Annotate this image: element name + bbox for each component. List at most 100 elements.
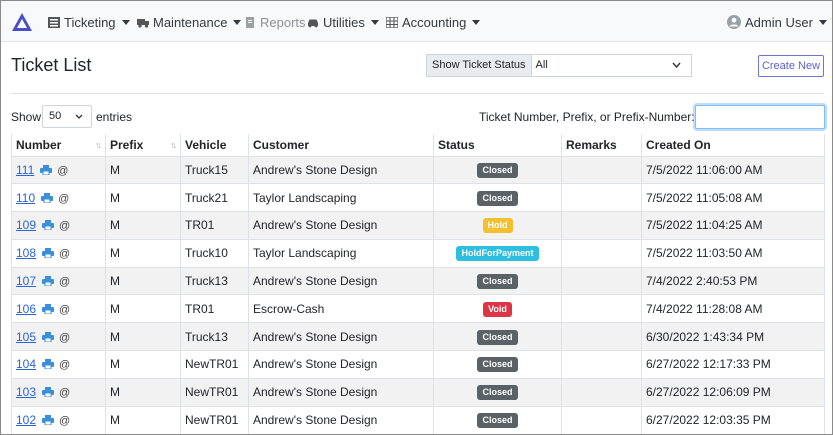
cell-status: Closed (433, 322, 562, 351)
sort-icon: ↑↓ (95, 140, 102, 150)
nav-ticketing-label: Ticketing (64, 14, 116, 30)
column-header-vehicle[interactable]: Vehicle (180, 134, 249, 157)
ticket-number-link[interactable]: 106 (16, 302, 36, 316)
ticket-number-link[interactable]: 105 (16, 330, 36, 344)
column-header-status[interactable]: Status (433, 134, 562, 157)
cell-customer: Andrew's Stone Design (248, 405, 434, 434)
chevron-down-icon (370, 19, 379, 25)
cell-created-on: 6/30/2022 1:43:34 PM (641, 322, 825, 351)
cell-remarks (561, 322, 642, 351)
entries-select[interactable]: 50 (42, 105, 92, 128)
column-header-label: Customer (253, 137, 310, 152)
email-icon[interactable]: @ (59, 276, 70, 288)
ticket-number-link[interactable]: 111 (16, 163, 34, 177)
ticket-number-link[interactable]: 102 (16, 413, 36, 427)
ticket-number-link[interactable]: 103 (16, 385, 36, 399)
cell-vehicle: Truck21 (180, 183, 249, 212)
print-icon[interactable] (42, 331, 55, 342)
nav-accounting[interactable]: Accounting (386, 13, 481, 31)
cell-remarks (561, 238, 642, 268)
ticket-number-link[interactable]: 104 (16, 357, 36, 371)
ticket-table-body: 111 @ M Truck15 Andrew's Stone Design Closed 7… (11, 155, 825, 434)
top-navbar: Ticketing Maintenance Reports Utilities … (1, 1, 832, 42)
status-filter-value: All (535, 59, 548, 71)
email-icon[interactable]: @ (58, 193, 69, 205)
cell-vehicle: Truck13 (180, 322, 249, 351)
ticket-number-link[interactable]: 109 (16, 218, 36, 232)
nav-maintenance[interactable]: Maintenance (137, 13, 242, 31)
user-menu[interactable]: Admin User (727, 13, 827, 31)
cell-created-on: 6/27/2022 12:17:33 PM (641, 350, 825, 379)
sort-icon: ↑↓ (170, 140, 177, 150)
print-icon[interactable] (42, 359, 55, 370)
app-logo-icon[interactable] (11, 11, 33, 33)
print-icon[interactable] (42, 387, 55, 398)
cell-prefix: M (105, 377, 181, 407)
email-icon[interactable]: @ (57, 165, 68, 177)
cell-number: 107 @ (11, 266, 106, 295)
entries-label: entries (96, 110, 133, 124)
email-icon[interactable]: @ (59, 415, 70, 427)
cell-status: HoldForPayment (433, 238, 562, 268)
column-header-customer[interactable]: Customer (248, 134, 434, 157)
status-badge: Closed (477, 357, 518, 373)
truck-icon (137, 18, 149, 28)
avatar-icon (727, 15, 741, 29)
print-icon[interactable] (42, 276, 55, 287)
cell-vehicle: NewTR01 (180, 405, 249, 434)
cell-customer: Escrow-Cash (248, 294, 434, 323)
cell-created-on: 7/5/2022 11:04:25 AM (641, 211, 825, 240)
print-icon[interactable] (42, 220, 55, 231)
car-icon (308, 19, 318, 27)
email-icon[interactable]: @ (59, 332, 70, 344)
cell-number: 103 @ (11, 377, 106, 407)
cell-vehicle: Truck15 (180, 155, 249, 184)
nav-reports[interactable]: Reports (244, 13, 306, 31)
nav-maintenance-label: Maintenance (153, 14, 228, 30)
create-new-button[interactable]: Create New (758, 55, 824, 77)
ticket-search-input[interactable] (695, 105, 825, 129)
column-header-remarks[interactable]: Remarks (561, 134, 642, 157)
cell-created-on: 7/5/2022 11:05:08 AM (641, 183, 825, 212)
status-badge: Void (483, 301, 512, 317)
cell-remarks (561, 266, 642, 295)
email-icon[interactable]: @ (59, 220, 70, 232)
column-header-created-on[interactable]: Created On (641, 134, 825, 157)
page-title: Ticket List (11, 55, 92, 75)
print-icon[interactable] (41, 192, 54, 203)
status-badge: Closed (477, 274, 518, 290)
cell-prefix: M (105, 322, 181, 351)
nav-ticketing[interactable]: Ticketing (48, 13, 130, 31)
nav-reports-label: Reports (260, 14, 306, 30)
cell-number: 102 @ (11, 405, 106, 434)
cell-customer: Andrew's Stone Design (248, 350, 434, 379)
cell-created-on: 7/4/2022 2:40:53 PM (641, 266, 825, 295)
print-icon[interactable] (42, 248, 55, 259)
email-icon[interactable]: @ (59, 359, 70, 371)
cell-remarks (561, 211, 642, 240)
cell-status: Closed (433, 266, 562, 295)
cell-vehicle: NewTR01 (180, 377, 249, 407)
chevron-down-icon (75, 114, 83, 119)
print-icon[interactable] (42, 303, 55, 314)
status-filter-select[interactable]: All (530, 54, 692, 77)
chevron-down-icon (818, 19, 827, 25)
ticket-number-link[interactable]: 108 (16, 246, 36, 260)
cell-created-on: 7/5/2022 11:06:00 AM (641, 155, 825, 184)
document-icon (246, 16, 254, 28)
column-header-label: Remarks (566, 137, 617, 152)
email-icon[interactable]: @ (59, 248, 70, 260)
ticket-number-link[interactable]: 107 (16, 274, 36, 288)
nav-utilities[interactable]: Utilities (307, 13, 379, 31)
status-filter-label: Show Ticket Status (426, 54, 531, 77)
cell-number: 109 @ (11, 211, 106, 240)
column-header-label: Number (16, 137, 62, 152)
table-header-row: Number ↑↓ Prefix ↑↓ Vehicle Customer Sta… (11, 134, 825, 157)
column-header-prefix[interactable]: Prefix ↑↓ (105, 134, 181, 157)
column-header-number[interactable]: Number ↑↓ (11, 134, 106, 157)
ticket-number-link[interactable]: 110 (16, 191, 35, 205)
email-icon[interactable]: @ (59, 387, 70, 399)
print-icon[interactable] (42, 415, 55, 426)
email-icon[interactable]: @ (59, 304, 70, 316)
print-icon[interactable] (40, 164, 53, 175)
